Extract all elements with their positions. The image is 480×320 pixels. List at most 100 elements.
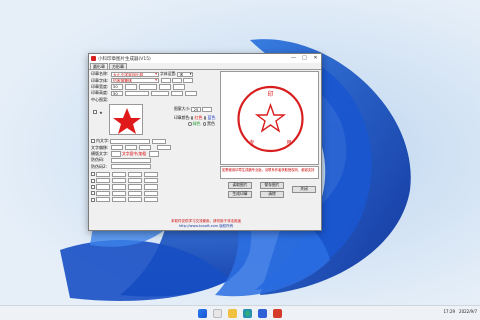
- save-image-button[interactable]: 保存图片: [260, 182, 284, 189]
- tab-bar: 圆形章 方形章: [89, 63, 321, 70]
- pattern-preview[interactable]: [109, 104, 143, 135]
- rotation-input-2[interactable]: [171, 90, 183, 96]
- seal-top-text: 印: [267, 91, 273, 98]
- extra-input-12[interactable]: [144, 184, 158, 190]
- extra-input-16[interactable]: [144, 190, 158, 196]
- color-red-radio[interactable]: [191, 115, 194, 120]
- spacing-input-3[interactable]: [173, 84, 185, 90]
- clock-date[interactable]: 2022/9/7: [459, 309, 477, 314]
- height-label: 印章高度:: [91, 90, 109, 96]
- company-input[interactable]: 天正小学家园小组: [111, 71, 159, 77]
- extra-input-13[interactable]: [96, 190, 110, 196]
- extra-input-6[interactable]: [112, 177, 126, 184]
- color-blue-radio[interactable]: [204, 115, 207, 120]
- extra-checkbox-4[interactable]: [91, 191, 95, 196]
- extra-input-18[interactable]: [112, 197, 126, 203]
- browser-icon[interactable]: [243, 308, 252, 318]
- seal-font-select[interactable]: 仿宋体繁体: [111, 77, 159, 84]
- minimize-button[interactable]: —: [288, 54, 299, 63]
- extra-input-20[interactable]: [144, 197, 158, 203]
- star-checkbox[interactable]: [93, 110, 97, 114]
- offset-input[interactable]: [111, 144, 123, 151]
- height-offset-input[interactable]: [125, 90, 149, 96]
- pattern-size-input[interactable]: 25: [191, 106, 202, 112]
- inner-text-input[interactable]: [110, 138, 150, 144]
- horizontal-text-input[interactable]: [111, 151, 121, 157]
- generate-seal-button[interactable]: 生成印章: [228, 191, 252, 198]
- extra-checkbox-5[interactable]: [91, 197, 95, 202]
- center-bold-link[interactable]: 文字居中/加粗: [122, 151, 146, 157]
- extra-input-3[interactable]: [128, 171, 142, 177]
- pattern-label: 中心图案:: [91, 96, 109, 102]
- extra-input-11[interactable]: [128, 184, 142, 190]
- extra-input-2[interactable]: [112, 171, 126, 177]
- anti-fake-input[interactable]: [111, 157, 151, 163]
- extra-input-15[interactable]: [128, 190, 142, 196]
- extra-input-17[interactable]: [96, 197, 110, 203]
- maximize-button[interactable]: □: [299, 54, 310, 63]
- mail-icon[interactable]: [258, 308, 267, 318]
- anti-fake-2-label: 防伪码2:: [91, 163, 107, 169]
- footer-link[interactable]: http://www.kxsoft.com 版权所有: [89, 224, 323, 229]
- settings-form: 印章名称: 天正小学家园小组 字体设置: 宋 印章字体: 仿宋体繁体 印章宽度:…: [91, 71, 218, 103]
- anti-fake-2-input[interactable]: [111, 164, 151, 170]
- offset-input-4[interactable]: [157, 144, 171, 151]
- width-input[interactable]: 50: [111, 84, 123, 90]
- font-size-input[interactable]: [161, 77, 171, 84]
- font-size-input-2[interactable]: [172, 77, 182, 84]
- exit-button[interactable]: 关闭: [292, 186, 316, 193]
- inner-text-checkbox[interactable]: [91, 139, 95, 144]
- inner-text-label: 内文字:: [96, 138, 110, 144]
- color-black-label: 黑色: [207, 120, 215, 126]
- color-green-label: 绿色: [192, 120, 201, 126]
- color-green-radio[interactable]: [188, 121, 192, 126]
- inner-text-size[interactable]: [152, 138, 166, 144]
- color-blue-label: 蓝色: [207, 114, 216, 120]
- extra-input-9[interactable]: [96, 184, 110, 190]
- font-size-input-3[interactable]: [183, 77, 193, 84]
- search-icon[interactable]: [213, 308, 222, 318]
- extra-input-8[interactable]: [144, 177, 158, 184]
- title-bar[interactable]: 小科印章图片生成器(V15) — □ ✕: [89, 54, 321, 63]
- color-black-radio[interactable]: [202, 121, 206, 126]
- clear-button[interactable]: 清除: [260, 191, 284, 198]
- horizontal-text-size[interactable]: [149, 151, 160, 157]
- height-input[interactable]: 50: [111, 90, 123, 96]
- font-select[interactable]: 宋: [177, 71, 194, 77]
- start-icon[interactable]: [198, 308, 207, 318]
- extra-input-10[interactable]: [112, 184, 126, 190]
- spacing-input-2[interactable]: [159, 84, 171, 90]
- offset-input-2[interactable]: [125, 144, 137, 151]
- rotation-input[interactable]: [151, 90, 169, 96]
- tab-square-seal[interactable]: 方形章: [109, 63, 127, 69]
- close-button[interactable]: ✕: [310, 54, 321, 63]
- extra-input-1[interactable]: [96, 171, 110, 177]
- seal-generator-window[interactable]: 小科印章图片生成器(V15) — □ ✕ 圆形章 方形章 印章名称: 天正小学家…: [88, 53, 322, 231]
- extra-input-5[interactable]: [96, 177, 110, 184]
- pattern-size-input-2[interactable]: [202, 106, 213, 112]
- width-offset-input[interactable]: [125, 84, 137, 90]
- file-explorer-icon[interactable]: [228, 308, 237, 318]
- extra-input-4[interactable]: [144, 171, 158, 177]
- info-message: 如需使用印章生成器专业版，请联系作者获取授权码，谢谢支持: [220, 166, 319, 179]
- offset-input-3[interactable]: [139, 144, 151, 151]
- seal-right-text: 用: [286, 140, 291, 146]
- footer: 本软件仅供学习交流使用，请勿用于非法用途 http://www.kxsoft.c…: [89, 219, 323, 229]
- font-label: 字体设置:: [160, 71, 177, 77]
- extra-settings: [91, 171, 218, 203]
- extra-checkbox-1[interactable]: [91, 172, 95, 177]
- rotation-input-3[interactable]: [185, 90, 197, 96]
- extra-input-19[interactable]: [128, 197, 142, 203]
- extra-checkbox-3[interactable]: [91, 184, 95, 189]
- extra-input-14[interactable]: [112, 190, 126, 196]
- seal-app-taskbar-icon[interactable]: [273, 308, 282, 318]
- system-tray: 17:29 2022/9/7: [444, 309, 478, 314]
- color-label: 印章颜色:: [174, 114, 191, 120]
- extra-checkbox-2[interactable]: [91, 178, 95, 183]
- spacing-input[interactable]: [139, 84, 157, 90]
- tab-round-seal[interactable]: 圆形章: [90, 63, 108, 69]
- import-image-button[interactable]: 读取图片: [228, 182, 252, 189]
- offset-label: 文字偏移:: [91, 144, 109, 150]
- clock-time[interactable]: 17:29: [444, 309, 456, 314]
- extra-input-7[interactable]: [128, 177, 142, 184]
